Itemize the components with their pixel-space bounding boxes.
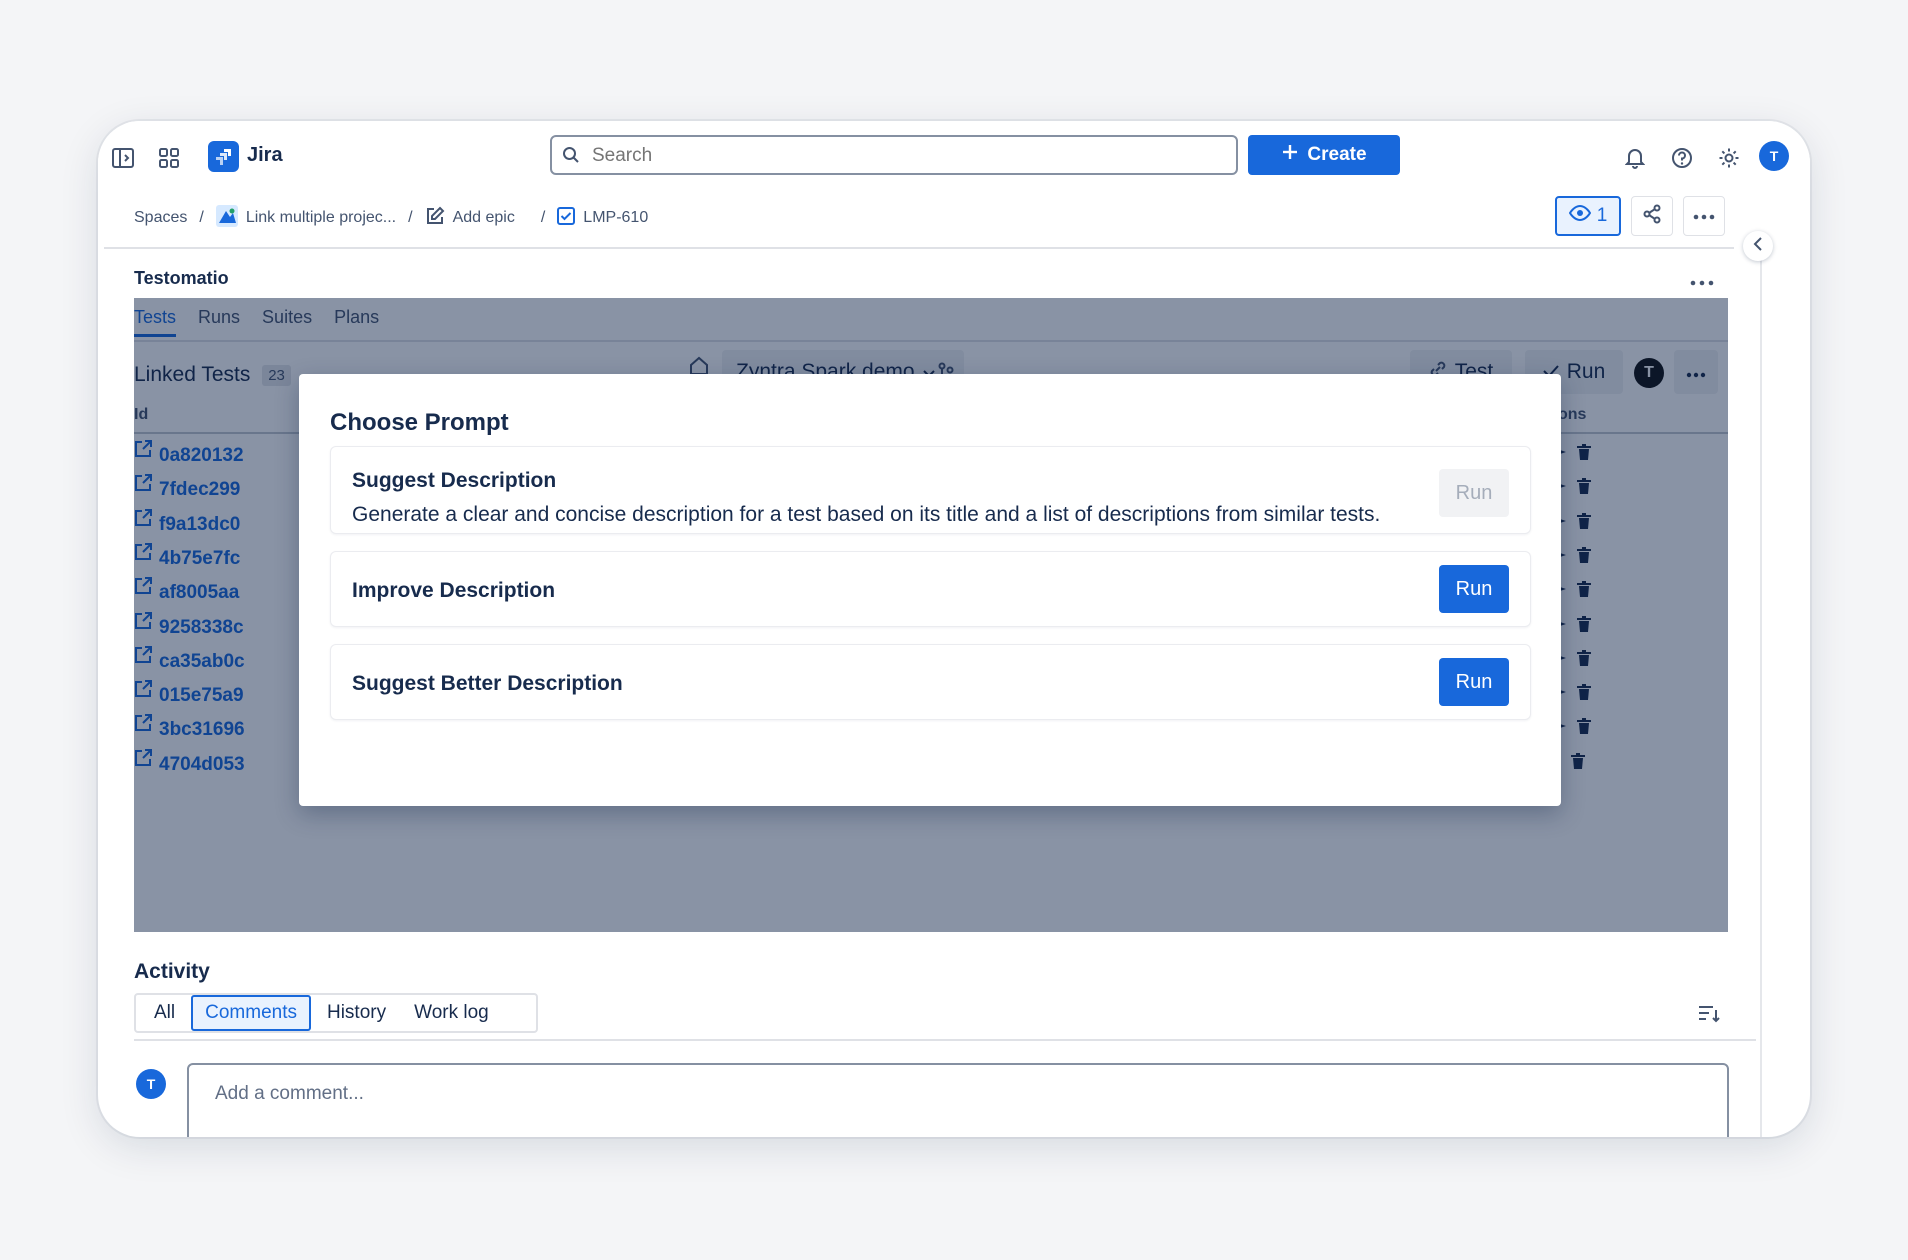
comment-input[interactable]: Add a comment... [187,1063,1729,1137]
choose-prompt-modal: Choose Prompt Suggest Description Genera… [299,374,1561,806]
user-avatar[interactable]: T [1759,141,1789,171]
activity-tabs: All Comments History Work log [134,993,538,1033]
app-window: Jira Create T Spaces / [98,121,1810,1137]
context-panel-divider[interactable] [1760,247,1762,1137]
section-title: Testomatio [134,268,229,288]
activity-tab-history[interactable]: History [315,997,398,1029]
breadcrumb-project[interactable]: Link multiple projec... [215,204,397,232]
prompt-name: Suggest Description [352,469,557,492]
search-input[interactable] [590,141,1194,171]
breadcrumb-epic[interactable]: Add epic [425,206,515,231]
breadcrumb: Spaces / Link multiple projec... / Add e… [134,203,648,233]
sort-icon[interactable] [1698,1005,1720,1028]
create-button[interactable]: Create [1248,135,1400,175]
watch-count: 1 [1596,205,1608,226]
section-more-icon[interactable] [1690,265,1714,293]
app-name[interactable]: Jira [247,144,283,167]
breadcrumb-separator: / [540,209,546,226]
bell-icon[interactable] [1622,145,1648,171]
create-label: Create [1307,144,1367,165]
chevron-left-icon [1753,236,1763,256]
prompt-card-suggest-description: Suggest Description Generate a clear and… [330,446,1531,534]
prompt-name: Improve Description [352,579,556,602]
share-button[interactable] [1631,196,1673,236]
prompt-name: Suggest Better Description [352,672,623,695]
app-switcher-icon[interactable] [156,145,182,171]
comment-placeholder: Add a comment... [215,1083,364,1104]
more-actions-button[interactable] [1683,196,1725,236]
run-prompt-button[interactable]: Run [1439,658,1509,706]
jira-logo-icon[interactable] [208,141,239,172]
search-field[interactable] [550,135,1238,175]
activity-title: Activity [134,960,210,983]
sidebar-toggle-icon[interactable] [110,145,136,171]
prompt-card-improve-description: Improve Description Run [330,551,1531,627]
run-prompt-button[interactable]: Run [1439,469,1509,517]
activity-tab-comments[interactable]: Comments [191,995,311,1031]
project-icon [215,204,238,232]
modal-title: Choose Prompt [330,409,509,436]
prompt-card-suggest-better-description: Suggest Better Description Run [330,644,1531,720]
task-checkbox-icon [557,206,576,230]
share-icon [1642,204,1662,229]
activity-tab-all[interactable]: All [142,997,187,1029]
help-icon[interactable] [1669,145,1695,171]
breadcrumb-epic-label: Add epic [452,209,515,226]
search-icon [562,146,580,169]
collapse-panel-button[interactable] [1743,231,1773,261]
edit-icon [425,206,445,231]
settings-gear-icon[interactable] [1716,145,1742,171]
breadcrumb-separator: / [408,209,413,226]
comment-user-avatar: T [136,1069,166,1099]
breadcrumb-issue[interactable]: LMP-610 [557,206,649,230]
breadcrumb-separator: / [199,209,204,226]
prompt-description: Generate a clear and concise description… [352,503,1381,526]
breadcrumb-spaces[interactable]: Spaces [134,209,187,227]
divider [134,1039,1756,1041]
more-horizontal-icon [1693,207,1715,225]
activity-tab-work-log[interactable]: Work log [402,997,501,1029]
breadcrumb-project-label: Link multiple projec... [245,209,397,226]
divider [104,247,1734,249]
run-prompt-button[interactable]: Run [1439,565,1509,613]
breadcrumb-issue-label: LMP-610 [583,209,649,226]
eye-icon [1568,204,1591,227]
plus-icon [1281,143,1299,167]
top-navigation: Jira Create T [98,121,1810,193]
watch-button[interactable]: 1 [1555,196,1621,236]
